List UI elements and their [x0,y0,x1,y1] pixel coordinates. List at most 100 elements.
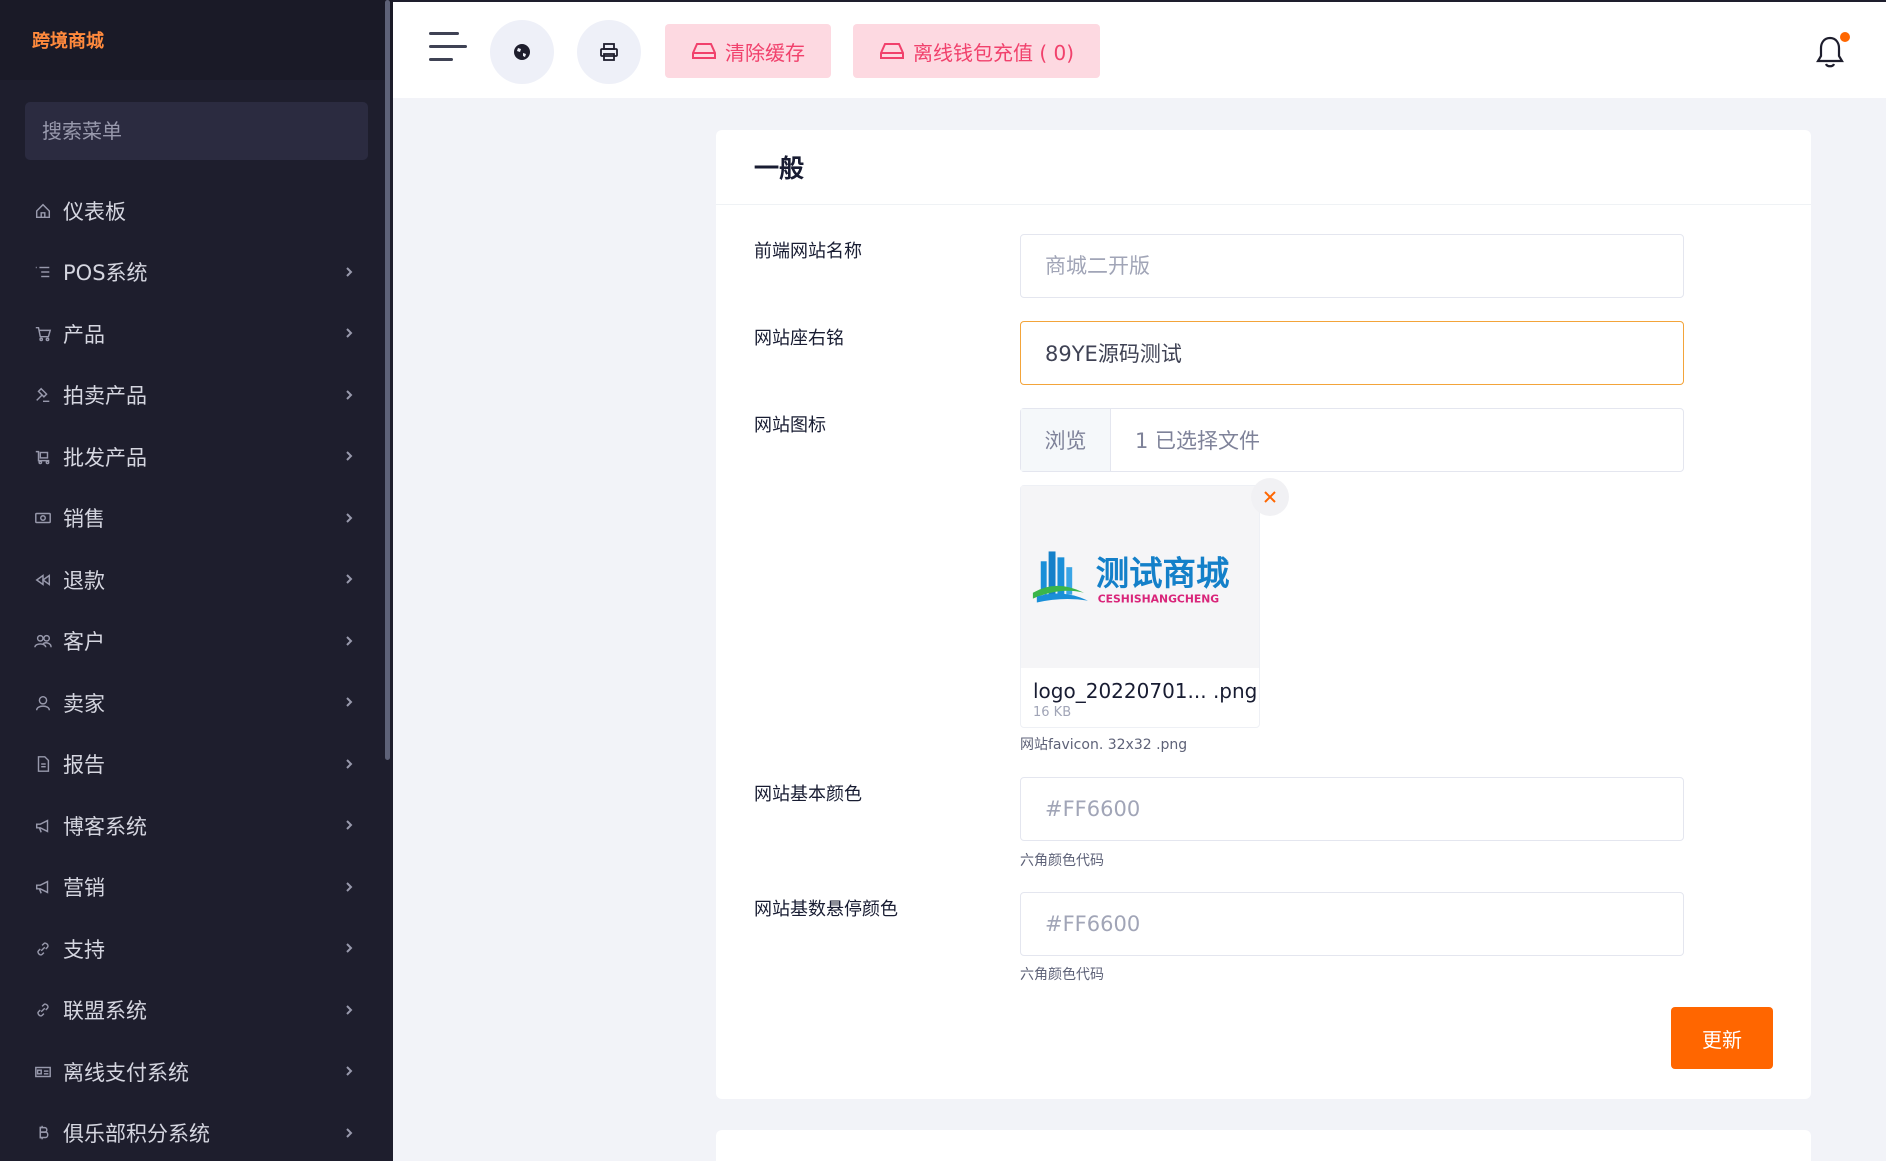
svg-text:CESHISHANGCHENG: CESHISHANGCHENG [1098,593,1220,606]
update-button[interactable]: 更新 [1671,1007,1773,1069]
wholesale-icon [33,447,53,467]
home-icon [33,201,53,221]
hover-color-input[interactable] [1020,892,1684,956]
chevron-right-icon [343,1000,355,1021]
user-icon [33,693,53,713]
hdd-icon [880,43,904,59]
logo-preview-image: 测试商城 CESHISHANGCHENG [1021,486,1259,668]
sidebar-item-12[interactable]: 支持 [0,918,393,980]
card-header: 一般 [716,130,1811,205]
sidebar-item-label: 退款 [63,568,105,593]
clear-cache-button[interactable]: 清除缓存 [665,24,831,78]
chevron-right-icon [343,446,355,467]
globe-button[interactable] [490,20,554,84]
chevron-right-icon [343,569,355,590]
site-motto-input[interactable] [1020,321,1684,385]
clear-cache-label: 清除缓存 [725,40,805,65]
chevron-right-icon [343,631,355,652]
sidebar-item-3[interactable]: 拍卖产品 [0,365,393,427]
site-name-input[interactable] [1020,234,1684,298]
sidebar-item-label: 批发产品 [63,445,147,470]
sidebar-item-1[interactable]: POS系统 [0,242,393,304]
general-settings-card: 一般 前端网站名称 网站座右铭 网站图标 浏览 1 已选择文件 测试商城 CES… [716,130,1811,1099]
next-settings-card [716,1130,1811,1161]
menu-search-input[interactable] [42,119,368,143]
preview-file-name: logo_20220701... .png [1033,679,1258,703]
chevron-right-icon [343,262,355,283]
site-icon-label: 网站图标 [754,415,826,436]
sidebar-item-0[interactable]: 仪表板 [0,180,393,242]
chevron-right-icon [343,1123,355,1144]
printer-icon [600,43,618,61]
top-header: 清除缓存 离线钱包充值 ( 0) [393,0,1886,98]
chevron-right-icon [343,877,355,898]
sidebar-item-label: 拍卖产品 [63,384,147,409]
file-icon [33,754,53,774]
base-color-hint: 六角颜色代码 [1020,853,1104,869]
gavel-icon [33,385,53,405]
site-icon-file-input[interactable]: 浏览 1 已选择文件 [1020,408,1684,472]
sidebar-item-label: 支持 [63,937,105,962]
sidebar-item-10[interactable]: 博客系统 [0,795,393,857]
link-icon [33,1000,53,1020]
hamburger-menu-icon[interactable] [429,32,467,68]
sidebar-item-8[interactable]: 卖家 [0,672,393,734]
sidebar-brand: 跨境商城 [0,0,393,80]
link-icon [33,939,53,959]
sidebar-item-label: 报告 [63,753,105,778]
rewind-icon [33,570,53,590]
sidebar-item-label: 卖家 [63,691,105,716]
remove-file-button[interactable] [1251,478,1289,516]
card-title: 一般 [754,154,805,183]
sidebar-item-label: 仪表板 [63,199,126,224]
preview-file-size: 16 KB [1033,705,1072,720]
megaphone-icon [33,816,53,836]
sidebar-menu: 仪表板 POS系统产品拍卖产品批发产品销售退款客户卖家报告博客系统 营销支持联盟系统… [0,180,393,1161]
sidebar-item-15[interactable]: 俱乐部积分系统 [0,1103,393,1161]
sidebar-item-4[interactable]: 批发产品 [0,426,393,488]
site-name-label: 前端网站名称 [754,241,862,262]
globe-icon [514,44,530,60]
browse-button[interactable]: 浏览 [1021,409,1111,471]
sidebar-item-label: 离线支付系统 [63,1060,189,1085]
sidebar-scrollbar[interactable] [385,0,390,760]
base-color-input[interactable] [1020,777,1684,841]
sidebar-item-2[interactable]: 产品 [0,303,393,365]
chevron-right-icon [343,692,355,713]
chevron-right-icon [343,938,355,959]
file-status: 1 已选择文件 [1135,429,1261,453]
sidebar-item-label: 销售 [63,507,105,532]
chevron-right-icon [343,754,355,775]
logo-image: 测试商城 CESHISHANGCHENG [1032,551,1230,606]
sidebar-item-5[interactable]: 销售 [0,488,393,550]
cart-icon [33,324,53,344]
sidebar-item-label: 俱乐部积分系统 [63,1122,210,1147]
sidebar-item-6[interactable]: 退款 [0,549,393,611]
cash-icon [33,1062,53,1082]
sidebar: 跨境商城 仪表板 POS系统产品拍卖产品批发产品销售退款客户卖家报告博客系统营销支… [0,0,393,1161]
brand-logo-text[interactable]: 跨境商城 [32,27,104,53]
favicon-hint: 网站favicon. 32x32 .png [1020,737,1188,753]
sidebar-item-9[interactable]: 报告 [0,734,393,796]
list-icon [33,262,53,282]
hover-color-label: 网站基数悬停颜色 [754,899,898,920]
sidebar-search [25,102,368,160]
svg-text:测试商城: 测试商城 [1096,554,1230,593]
sidebar-item-13[interactable]: 联盟系统 [0,980,393,1042]
close-icon [1264,491,1276,503]
chevron-right-icon [343,323,355,344]
notification-bell-icon[interactable] [1814,32,1850,70]
users-icon [33,631,53,651]
print-button[interactable] [577,20,641,84]
sidebar-item-label: 客户 [63,630,105,655]
chevron-right-icon [343,815,355,836]
sidebar-item-14[interactable]: 离线支付系统 [0,1041,393,1103]
sidebar-item-label: 产品 [63,322,105,347]
chevron-right-icon [343,1061,355,1082]
sidebar-item-11[interactable]: 营销 [0,857,393,919]
offline-wallet-label: 离线钱包充值 ( 0) [913,40,1075,65]
bitcoin-icon [33,1123,53,1143]
sidebar-item-7[interactable]: 客户 [0,611,393,673]
site-motto-label: 网站座右铭 [754,328,844,349]
offline-wallet-recharge-button[interactable]: 离线钱包充值 ( 0) [853,24,1101,78]
